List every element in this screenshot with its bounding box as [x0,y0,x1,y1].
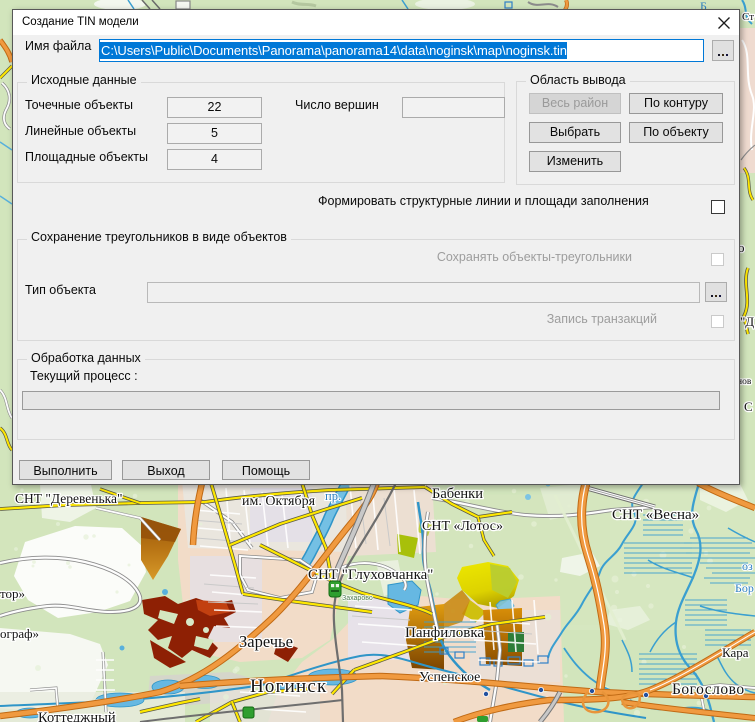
svg-text:Коттеджный: Коттеджный [38,710,116,722]
svg-text:Захарово: Захарово [342,595,373,602]
svg-text:Ст: Ст [742,11,754,23]
svg-text:им. Октября: им. Октября [242,494,316,509]
svg-text:С: С [744,399,753,414]
svg-text:Успенское: Успенское [419,670,480,685]
svg-text:Бабенки: Бабенки [432,486,483,502]
svg-text:СНТ "Деревенька": СНТ "Деревенька" [15,491,123,506]
svg-text:ограф»: ограф» [0,626,39,641]
svg-text:Ногинск: Ногинск [250,676,327,697]
svg-text:СНТ «Лотос»: СНТ «Лотос» [422,519,503,534]
svg-text:Кара: Кара [722,645,749,660]
svg-text:СНТ "Глуховчанка": СНТ "Глуховчанка" [308,567,433,583]
svg-text:Панфиловка: Панфиловка [405,625,484,641]
svg-text:пр.: пр. [325,489,341,503]
svg-text:Заречье: Заречье [239,632,293,651]
svg-text:"Д: "Д [740,314,754,329]
svg-text:Богослово: Богослово [672,681,745,698]
svg-text:СНТ «Весна»: СНТ «Весна» [612,507,699,523]
svg-text:Бор: Бор [735,581,754,595]
svg-text:оз: оз [742,559,753,573]
svg-text:тор»: тор» [0,586,25,601]
